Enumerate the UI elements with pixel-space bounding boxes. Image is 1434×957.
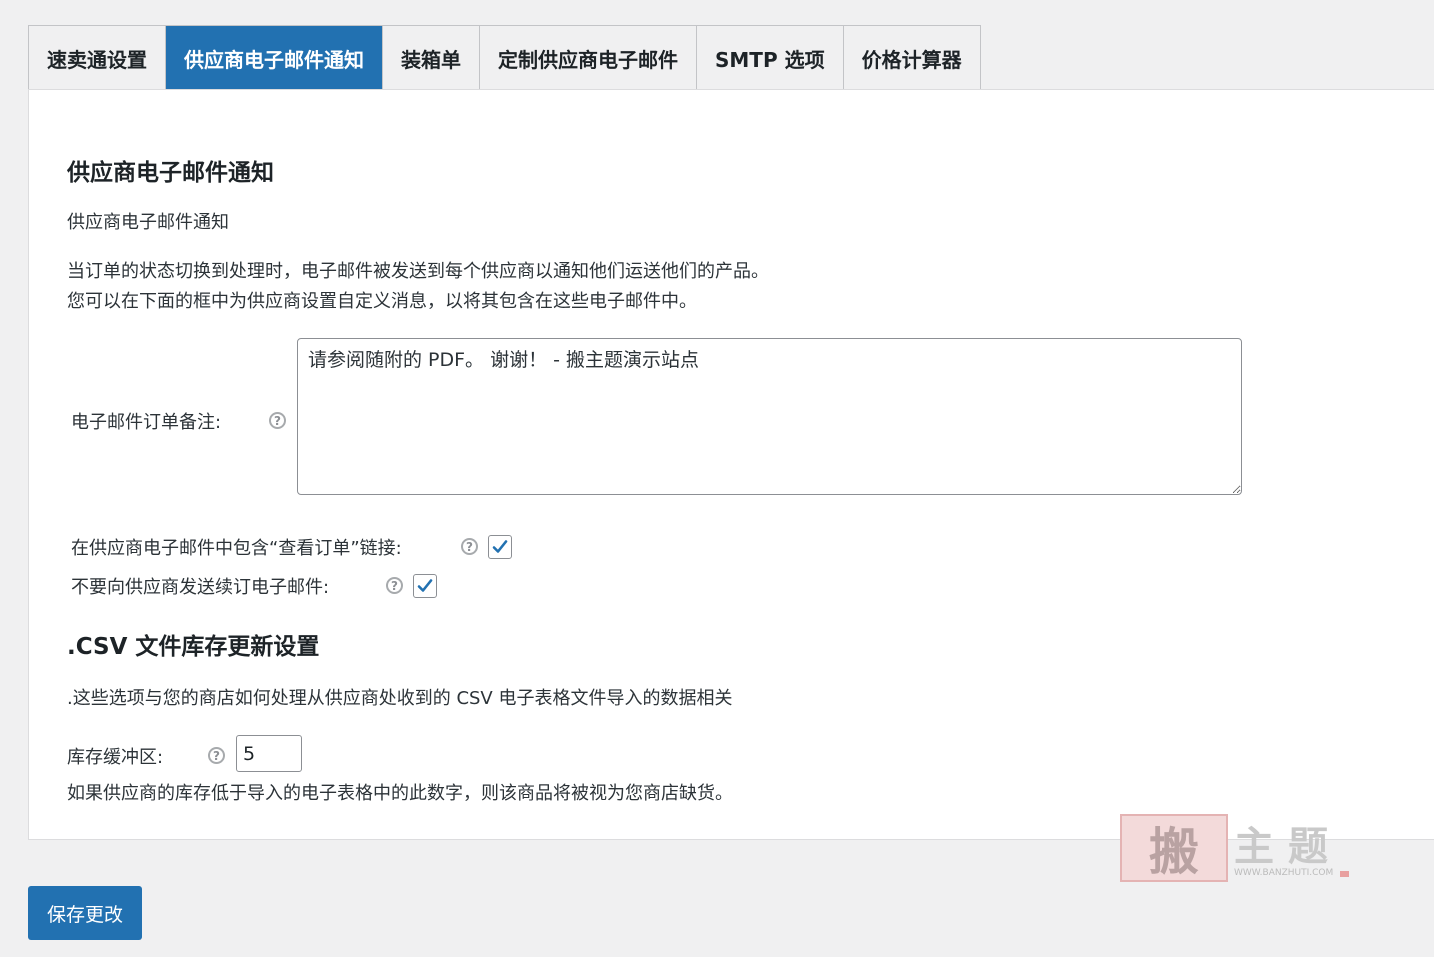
help-icon[interactable]: ?: [269, 412, 286, 429]
stock-buffer-help-text: 如果供应商的库存低于导入的电子表格中的此数字，则该商品将被视为您商店缺货。: [67, 783, 733, 804]
no-renewal-email-label: 不要向供应商发送续订电子邮件:: [71, 577, 330, 598]
email-section-description-1: 当订单的状态切换到处理时，电子邮件被发送到每个供应商以通知他们运送他们的产品。: [67, 261, 769, 282]
tab-custom-supplier-email[interactable]: 定制供应商电子邮件: [480, 26, 697, 90]
checkmark-icon: [417, 579, 433, 592]
csv-section-heading: .CSV 文件库存更新设置: [67, 634, 320, 660]
watermark-stamp: 搬: [1120, 814, 1228, 882]
help-icon[interactable]: ?: [386, 577, 403, 594]
watermark-dot: [1340, 871, 1349, 877]
include-view-order-link-checkbox[interactable]: [488, 535, 512, 559]
email-section-heading: 供应商电子邮件通知: [67, 160, 274, 186]
tab-packing-slip[interactable]: 装箱单: [383, 26, 480, 90]
watermark-url: WWW.BANZHUTI.COM: [1234, 868, 1334, 878]
tab-supplier-email-notification[interactable]: 供应商电子邮件通知: [166, 26, 383, 90]
help-icon[interactable]: ?: [208, 747, 225, 764]
email-order-note-label: 电子邮件订单备注:: [71, 412, 222, 433]
stock-buffer-input[interactable]: [236, 735, 302, 772]
tab-smtp-options[interactable]: SMTP 选项: [697, 26, 844, 90]
watermark-logo: 搬 主题 WWW.BANZHUTI.COM: [1120, 812, 1350, 882]
save-changes-button[interactable]: 保存更改: [28, 886, 142, 940]
tab-aliexpress-settings[interactable]: 速卖通设置: [29, 26, 166, 90]
csv-section-description: .这些选项与您的商店如何处理从供应商处收到的 CSV 电子表格文件导入的数据相关: [67, 688, 733, 709]
no-renewal-email-checkbox[interactable]: [413, 574, 437, 598]
email-order-note-textarea[interactable]: 请参阅随附的 PDF。 谢谢！ - 搬主题演示站点: [297, 338, 1242, 495]
settings-tabs: 速卖通设置 供应商电子邮件通知 装箱单 定制供应商电子邮件 SMTP 选项 价格…: [28, 25, 981, 90]
help-icon[interactable]: ?: [461, 538, 478, 555]
include-view-order-link-label: 在供应商电子邮件中包含“查看订单”链接:: [71, 538, 402, 559]
tab-price-calculator[interactable]: 价格计算器: [843, 26, 980, 90]
email-section-description-2: 您可以在下面的框中为供应商设置自定义消息，以将其包含在这些电子邮件中。: [67, 291, 697, 312]
watermark-text: 主题: [1234, 823, 1342, 870]
email-section-subtitle: 供应商电子邮件通知: [67, 212, 229, 233]
checkmark-icon: [492, 540, 508, 553]
stock-buffer-label: 库存缓冲区:: [67, 747, 164, 768]
settings-panel: 供应商电子邮件通知 供应商电子邮件通知 当订单的状态切换到处理时，电子邮件被发送…: [28, 89, 1434, 840]
